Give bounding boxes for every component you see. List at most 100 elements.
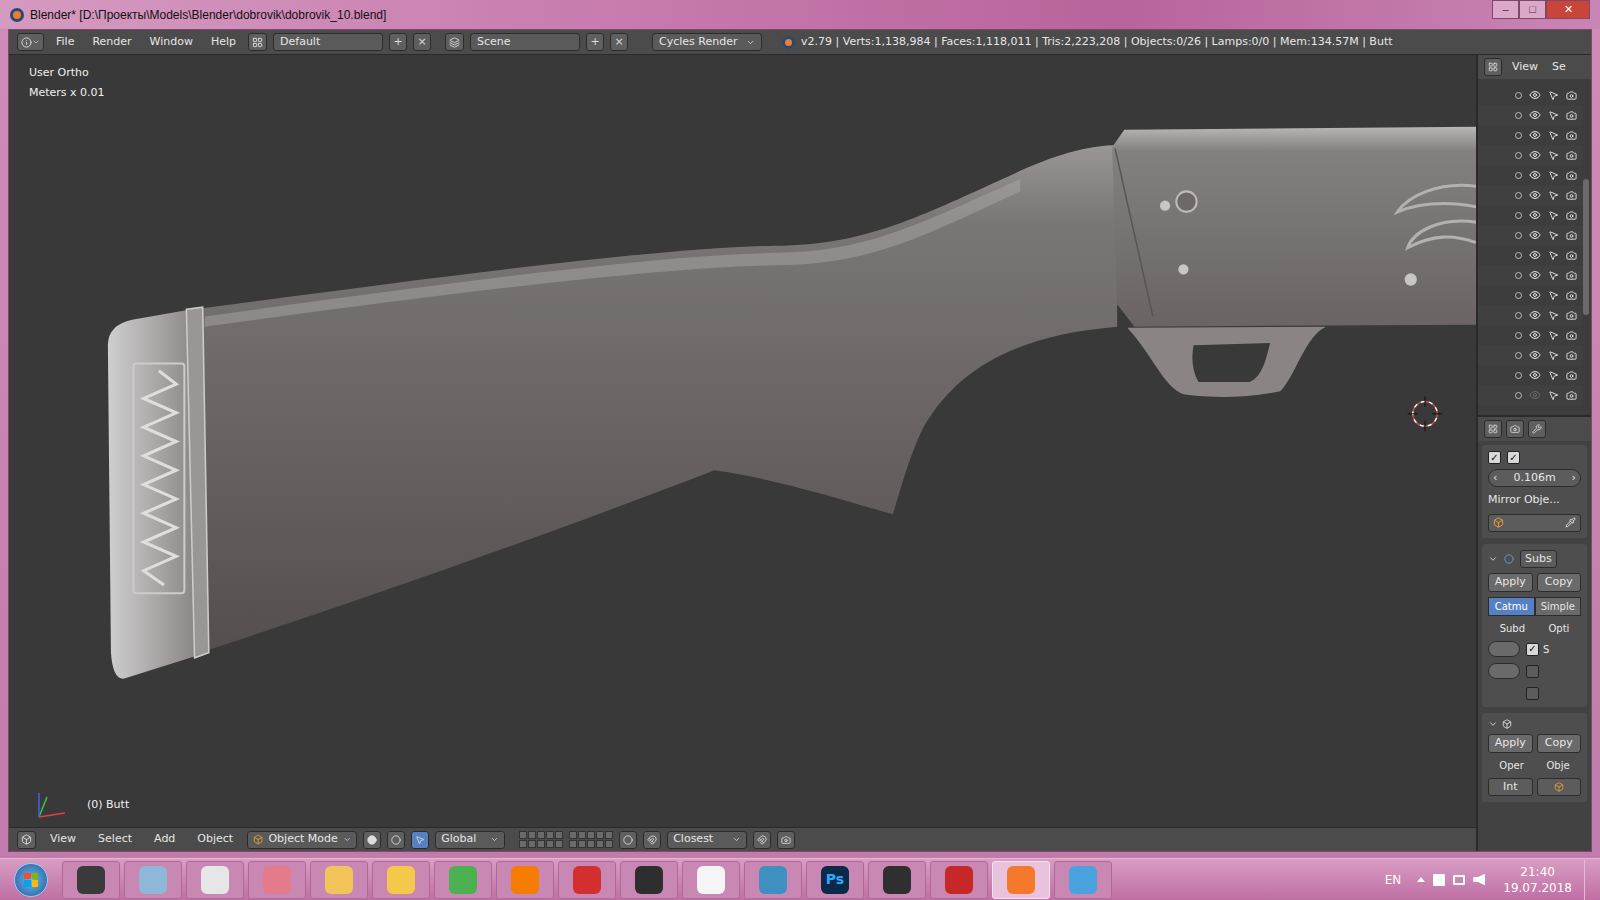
taskbar-app[interactable] <box>248 861 306 899</box>
outliner-row[interactable] <box>1478 285 1583 305</box>
network-icon[interactable] <box>1453 875 1465 885</box>
outliner-row[interactable] <box>1478 165 1583 185</box>
editor-type-button[interactable] <box>1484 420 1502 438</box>
viewport-canvas[interactable]: User OrthoMeters x 0.01(0) Butt <box>9 55 1476 827</box>
mode-dropdown[interactable]: Object Mode <box>247 831 357 849</box>
editor-type-button[interactable] <box>17 831 36 849</box>
show-desktop-button[interactable] <box>1584 860 1596 900</box>
tray-arrow-icon[interactable] <box>1417 877 1425 882</box>
menu-item[interactable]: Add <box>146 831 183 848</box>
render-camera-icon[interactable] <box>1566 210 1577 221</box>
orientation-dropdown[interactable]: Global <box>435 831 505 849</box>
select-arrow-icon[interactable] <box>1548 190 1559 201</box>
eye-icon[interactable] <box>1529 209 1541 221</box>
snap-target-button[interactable] <box>643 831 661 849</box>
eye-icon[interactable] <box>1529 129 1541 141</box>
outliner-row[interactable] <box>1478 265 1583 285</box>
object-field[interactable] <box>1537 778 1582 796</box>
context-button[interactable] <box>1506 420 1524 438</box>
eye-icon[interactable] <box>1529 309 1541 321</box>
outliner-row[interactable] <box>1478 245 1583 265</box>
select-arrow-icon[interactable] <box>1548 230 1559 241</box>
outliner-row[interactable] <box>1478 205 1583 225</box>
taskbar-app[interactable] <box>310 861 368 899</box>
render-camera-icon[interactable] <box>1566 190 1577 201</box>
render-camera-icon[interactable] <box>1566 270 1577 281</box>
shading-button[interactable] <box>363 831 381 849</box>
start-button[interactable] <box>4 860 58 900</box>
menu-item[interactable]: Render <box>86 34 137 51</box>
taskbar-app[interactable] <box>620 861 678 899</box>
snap-dropdown[interactable]: Closest <box>667 831 747 849</box>
render-camera-icon[interactable] <box>1566 90 1577 101</box>
eye-icon[interactable] <box>1529 249 1541 261</box>
render-levels-field[interactable] <box>1488 663 1520 679</box>
menu-item[interactable]: Select <box>90 831 140 848</box>
render-engine-dropdown[interactable]: Cycles Render <box>652 33 762 51</box>
eye-icon[interactable] <box>1529 349 1541 361</box>
taskbar-app[interactable] <box>682 861 740 899</box>
menu-item[interactable]: File <box>50 34 80 51</box>
menu-item[interactable]: View <box>42 831 84 848</box>
render-camera-icon[interactable] <box>1566 170 1577 181</box>
render-camera-icon[interactable] <box>1566 250 1577 261</box>
operation-dropdown[interactable]: Int <box>1488 778 1533 796</box>
option-checkbox[interactable] <box>1526 665 1539 678</box>
select-arrow-icon[interactable] <box>1548 390 1559 401</box>
select-arrow-icon[interactable] <box>1548 330 1559 341</box>
select-arrow-icon[interactable] <box>1548 210 1559 221</box>
select-arrow-icon[interactable] <box>1548 90 1559 101</box>
apply-button[interactable]: Apply <box>1488 573 1533 592</box>
render-camera-icon[interactable] <box>1566 350 1577 361</box>
eye-icon[interactable] <box>1529 289 1541 301</box>
option-checkbox[interactable]: ✓ <box>1526 643 1539 656</box>
mirror-axis-checkbox[interactable]: ✓ <box>1507 451 1520 464</box>
taskbar-app[interactable] <box>1054 861 1112 899</box>
outliner-row[interactable] <box>1478 305 1583 325</box>
taskbar-app[interactable] <box>930 861 988 899</box>
render-camera-icon[interactable] <box>1566 330 1577 341</box>
render-camera-icon[interactable] <box>1566 390 1577 401</box>
taskbar-app[interactable] <box>434 861 492 899</box>
render-camera-icon[interactable] <box>1566 150 1577 161</box>
collapse-icon[interactable] <box>1488 719 1498 729</box>
mirror-axis-checkbox[interactable]: ✓ <box>1488 451 1501 464</box>
flag-icon[interactable] <box>1433 874 1445 886</box>
mirror-object-field[interactable] <box>1488 514 1581 532</box>
eye-icon[interactable] <box>1529 149 1541 161</box>
remove-layout-button[interactable]: × <box>413 33 431 51</box>
taskbar-app[interactable] <box>558 861 616 899</box>
taskbar-app[interactable] <box>124 861 182 899</box>
taskbar-app[interactable] <box>62 861 120 899</box>
manipulator-button[interactable] <box>411 831 429 849</box>
outliner-row[interactable] <box>1478 105 1583 125</box>
select-arrow-icon[interactable] <box>1548 370 1559 381</box>
editor-type-button[interactable] <box>17 33 44 51</box>
render-camera-icon[interactable] <box>1566 230 1577 241</box>
eye-icon[interactable] <box>1529 229 1541 241</box>
eye-icon[interactable] <box>1529 169 1541 181</box>
maximize-button[interactable]: □ <box>1519 0 1546 19</box>
layer-grid[interactable] <box>569 831 613 848</box>
taskbar-app[interactable] <box>868 861 926 899</box>
select-arrow-icon[interactable] <box>1548 270 1559 281</box>
select-arrow-icon[interactable] <box>1548 250 1559 261</box>
select-arrow-icon[interactable] <box>1548 310 1559 321</box>
remove-scene-button[interactable]: × <box>610 33 628 51</box>
eye-icon[interactable] <box>1529 389 1541 401</box>
select-arrow-icon[interactable] <box>1548 350 1559 361</box>
add-scene-button[interactable]: + <box>586 33 604 51</box>
menu-item[interactable]: Window <box>144 34 199 51</box>
eye-icon[interactable] <box>1529 89 1541 101</box>
option-checkbox[interactable] <box>1526 687 1539 700</box>
modifier-name[interactable]: Subs <box>1520 550 1557 569</box>
select-arrow-icon[interactable] <box>1548 290 1559 301</box>
clock[interactable]: 21:4019.07.2018 <box>1495 864 1580 896</box>
render-button[interactable] <box>777 831 795 849</box>
collapse-icon[interactable] <box>1488 554 1498 564</box>
outliner-scrollbar[interactable] <box>1583 179 1589 315</box>
select-arrow-icon[interactable] <box>1548 110 1559 121</box>
layout-icon-button[interactable] <box>248 33 267 51</box>
taskbar-app[interactable] <box>372 861 430 899</box>
taskbar-app[interactable] <box>186 861 244 899</box>
